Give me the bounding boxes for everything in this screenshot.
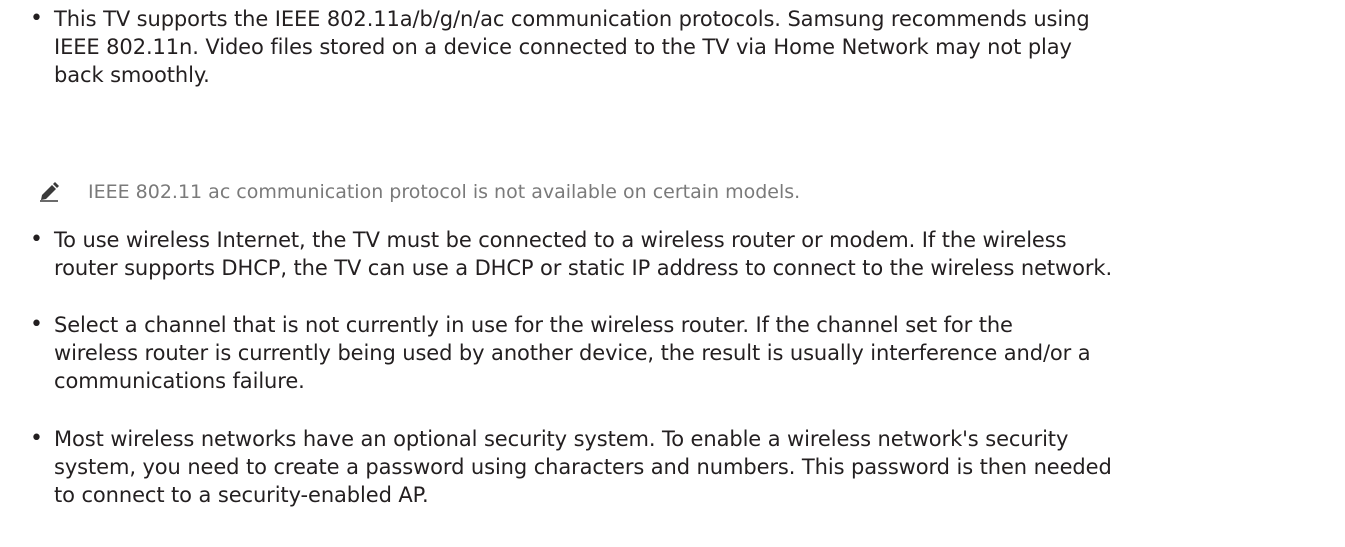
pencil-icon: [38, 180, 60, 202]
bullet-item-security: • Most wireless networks have an optiona…: [30, 425, 1330, 509]
bullet-dot: •: [30, 312, 43, 337]
bullet-text: Select a channel that is not currently i…: [54, 313, 1091, 393]
bullet-text: To use wireless Internet, the TV must be…: [54, 228, 1113, 280]
note-text: IEEE 802.11 ac communication protocol is…: [88, 181, 801, 203]
bullet-dot: •: [30, 6, 43, 31]
bullet-dot: •: [30, 227, 43, 252]
bullet-dot: •: [30, 426, 43, 451]
bullet-item-wireless-internet: • To use wireless Internet, the TV must …: [30, 226, 1330, 282]
bullet-text: This TV supports the IEEE 802.11a/b/g/n/…: [54, 7, 1090, 87]
document-page: • This TV supports the IEEE 802.11a/b/g/…: [0, 0, 1345, 547]
bullet-item-protocols: • This TV supports the IEEE 802.11a/b/g/…: [30, 5, 1330, 89]
note-item: IEEE 802.11 ac communication protocol is…: [38, 180, 1308, 204]
bullet-item-channel: • Select a channel that is not currently…: [30, 311, 1330, 395]
bullet-text: Most wireless networks have an optional …: [54, 427, 1112, 507]
